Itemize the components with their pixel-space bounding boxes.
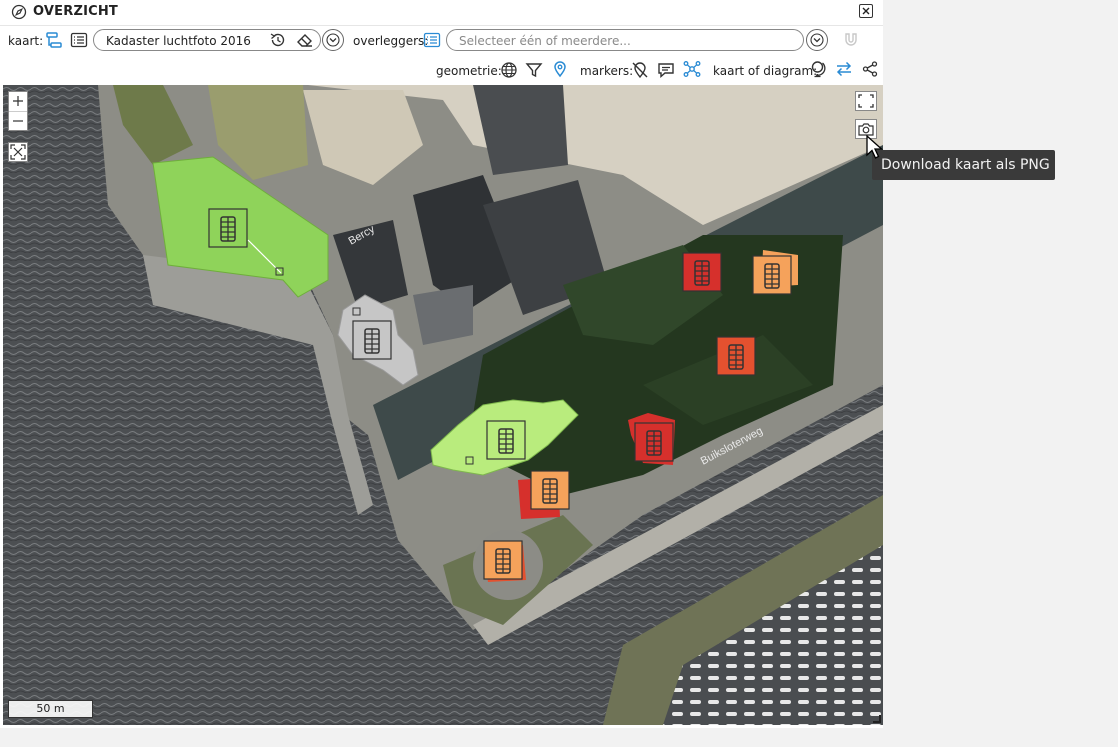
title-bar: OVERZICHT [0, 0, 883, 26]
geometrie-label: geometrie: [436, 64, 502, 78]
building-marker-lightgreen[interactable] [486, 420, 526, 460]
kaart-select-value: Kadaster luchtfoto 2016 [106, 34, 251, 48]
building-marker-darkorange[interactable] [716, 336, 756, 376]
zoom-control [8, 91, 28, 131]
chevron-down-icon [326, 33, 340, 47]
minus-icon [13, 120, 23, 122]
overleggers-placeholder: Selecteer één of meerdere... [459, 34, 631, 48]
overleggers-select[interactable]: Selecteer één of meerdere... [446, 29, 804, 51]
network-icon[interactable] [683, 60, 701, 78]
map-view[interactable]: Bercy Buiksloterweg 50 m [3, 85, 883, 725]
kaart-label: kaart: [8, 34, 44, 48]
building-marker-orange[interactable] [752, 255, 792, 295]
fullscreen-icon [858, 94, 874, 108]
zoom-to-extent-button[interactable] [8, 142, 28, 162]
building-marker-green[interactable] [208, 208, 248, 248]
history-icon[interactable] [269, 31, 287, 49]
kaart-select[interactable]: Kadaster luchtfoto 2016 [93, 29, 321, 51]
eraser-icon[interactable] [296, 31, 314, 49]
list-icon[interactable] [70, 31, 88, 49]
filter-icon[interactable] [525, 61, 543, 79]
building-marker-orange-2[interactable] [530, 470, 570, 510]
camera-icon [858, 123, 874, 136]
compass-icon [11, 4, 27, 20]
resize-handle-icon[interactable] [871, 713, 881, 723]
map-pin-icon[interactable] [551, 60, 569, 78]
overleggers-list-icon[interactable] [423, 31, 441, 49]
share-icon[interactable] [861, 60, 879, 78]
expand-extent-icon [10, 144, 26, 160]
magnet-icon[interactable] [842, 31, 860, 49]
markers-label: markers: [580, 64, 634, 78]
scale-bar: 50 m [8, 700, 93, 718]
download-tooltip: Download kaart als PNG [872, 150, 1055, 180]
layer-tree-icon[interactable] [45, 31, 63, 49]
close-icon [862, 7, 870, 15]
globe-icon[interactable] [500, 61, 518, 79]
building-marker-grey[interactable] [352, 320, 392, 360]
building-marker-orange-3[interactable] [483, 540, 523, 580]
overleggers-label: overleggers: [353, 34, 429, 48]
kaart-of-diagram-label: kaart of diagram: [713, 64, 818, 78]
chevron-down-icon [810, 33, 824, 47]
zoom-in-button[interactable] [9, 92, 27, 112]
building-marker-red[interactable] [682, 252, 722, 292]
swap-icon[interactable] [835, 60, 853, 78]
globe-stand-icon[interactable] [809, 60, 827, 78]
close-button[interactable] [859, 4, 873, 18]
mouse-pointer-icon [866, 135, 884, 159]
plus-icon [13, 96, 23, 107]
aerial-photo: Bercy Buiksloterweg [3, 85, 883, 725]
fullscreen-button[interactable] [855, 91, 877, 111]
marker-off-icon[interactable] [631, 61, 649, 79]
zoom-out-button[interactable] [9, 112, 27, 130]
window-title: OVERZICHT [33, 4, 119, 19]
comment-icon[interactable] [657, 61, 675, 79]
overview-panel: OVERZICHT kaart: Kadaster luchtfoto 2016 [0, 0, 883, 728]
overleggers-dropdown-button[interactable] [806, 29, 828, 51]
building-marker-red-2[interactable] [634, 422, 674, 462]
kaart-dropdown-button[interactable] [322, 29, 344, 51]
